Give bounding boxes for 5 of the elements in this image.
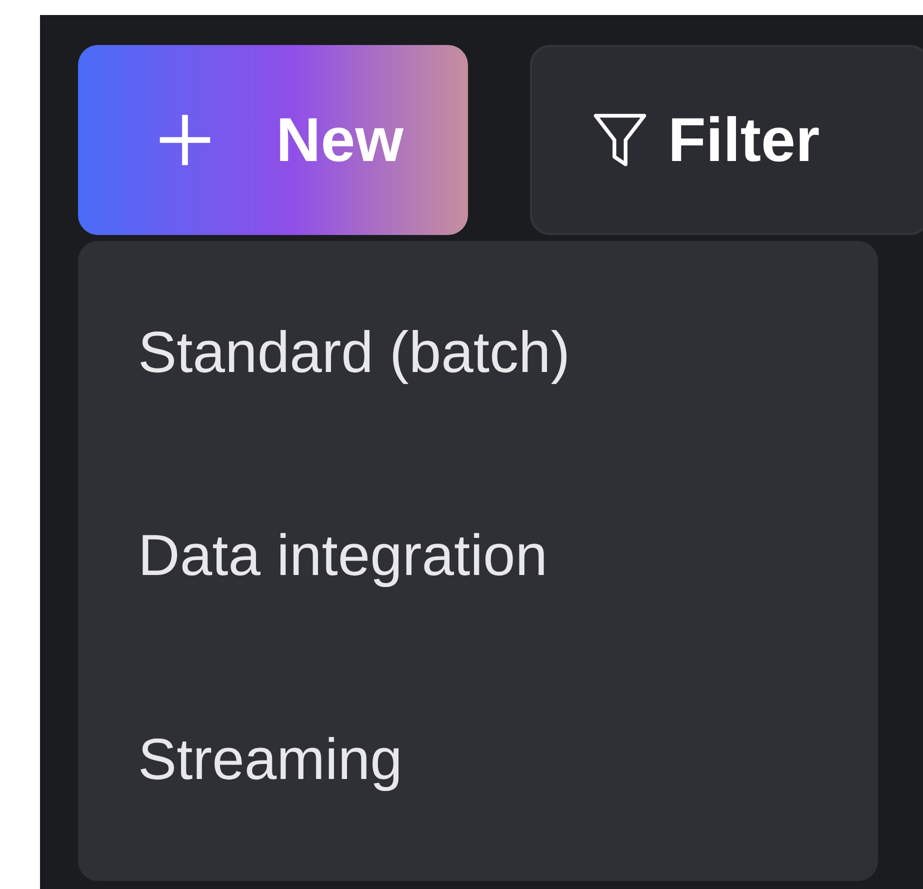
filter-button[interactable]: Filter (530, 45, 923, 235)
new-button[interactable]: New (78, 45, 468, 235)
menu-item[interactable]: Data integration (138, 521, 548, 591)
menu-item[interactable]: Streaming (138, 724, 402, 794)
menu-item[interactable]: Standard (batch) (138, 318, 570, 388)
